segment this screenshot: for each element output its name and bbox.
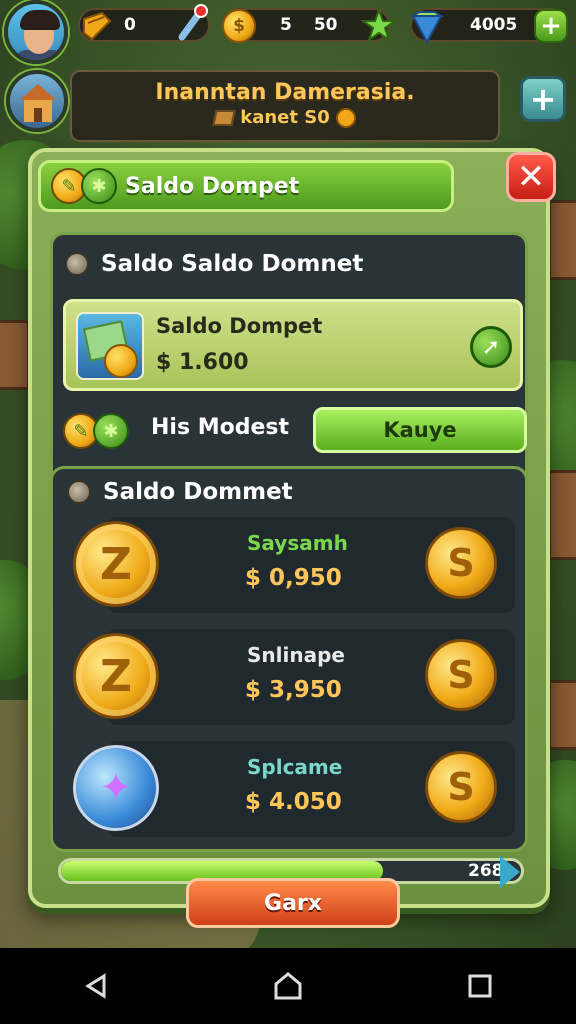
star-icon (360, 7, 398, 45)
list-title-text: Saldo Dommet (103, 479, 293, 505)
dollar-coin-icon[interactable]: S (425, 527, 497, 599)
list-item[interactable]: Z Saysamh $ 0,950 S (73, 517, 515, 613)
system-nav-bar (0, 948, 576, 1024)
section-title: Saldo Saldo Domnet (65, 251, 363, 277)
gold-coin-icon: Z (73, 521, 159, 607)
list-title: Saldo Dommet (67, 479, 293, 505)
dollar-coin-icon[interactable]: S (425, 751, 497, 823)
plus-icon: + (534, 9, 568, 43)
recents-icon (468, 974, 492, 998)
recents-button[interactable] (450, 956, 510, 1016)
coin-icon (336, 108, 357, 128)
item-price: $ 4.050 (245, 789, 342, 815)
blue-gem-icon (408, 7, 446, 45)
banner-subtitle-text: kanet S0 (240, 107, 330, 128)
wallet-dialog: ✎ ✱ Saldo Dompet ✕ Saldo Saldo Domnet Sa… (28, 148, 556, 928)
model-row: ✎ ✱ His Modest Kauye (63, 407, 527, 457)
player-avatar[interactable] (4, 0, 68, 64)
dialog-header: ✎ ✱ Saldo Dompet (38, 160, 454, 212)
building-avatar[interactable] (6, 70, 68, 132)
add-button[interactable]: + (520, 76, 566, 122)
item-name: Saysamh (247, 531, 348, 555)
blue-gem-icon: ✦ (73, 745, 159, 831)
model-label: His Modest (151, 415, 289, 440)
item-name: Snlinape (247, 643, 345, 667)
wallet-amount: $ 1.600 (156, 350, 249, 375)
dialog-title: Saldo Dompet (125, 173, 300, 199)
dollar-icon: $ (245, 789, 270, 815)
back-button[interactable] (66, 956, 126, 1016)
gold-coin-icon: Z (73, 633, 159, 719)
plus-icon: + (529, 80, 557, 118)
home-button[interactable] (258, 956, 318, 1016)
close-button[interactable]: ✕ (506, 152, 556, 202)
arrow-right-icon[interactable] (500, 856, 520, 888)
coin-value-a: 5 (280, 15, 292, 35)
wallet-card[interactable]: Saldo Dompet $ 1.600 ➚ (63, 299, 523, 391)
item-list: Saldo Dommet Z Saysamh $ 0,950 S Z Snlin… (50, 466, 528, 852)
banner-title: Inanntan Damerasia. (155, 80, 415, 105)
gem-value: 4005 (470, 15, 518, 35)
house (0, 320, 30, 390)
wallet-label: Saldo Dompet (156, 314, 323, 338)
slot1-value: 0 (124, 15, 136, 35)
resource-slot-1[interactable]: 0 (78, 4, 210, 45)
list-item[interactable]: Z Snlinape $ 3,950 S (73, 629, 515, 725)
banner-subtitle: kanet S0 (72, 107, 498, 128)
crate-icon (212, 110, 236, 126)
green-badge-icon: ✱ (81, 168, 117, 204)
add-gems-button[interactable]: + (532, 7, 570, 45)
house (548, 470, 576, 560)
arrow-icon: ➚ (481, 334, 501, 360)
wallet-money-icon (76, 312, 144, 380)
garx-button[interactable]: Garx (186, 878, 400, 928)
list-item[interactable]: ✦ Splcame $ 4.050 S (73, 741, 515, 837)
section-title-text: Saldo Saldo Domnet (101, 251, 364, 277)
crate-icon (78, 7, 116, 45)
gem-counter[interactable]: 4005 + (408, 7, 568, 45)
close-icon: ✕ (516, 157, 546, 197)
house (548, 680, 576, 750)
item-name: Splcame (247, 755, 343, 779)
coin-value-b: 50 (313, 15, 338, 35)
item-price: $ 3,950 (245, 677, 342, 703)
kauye-button[interactable]: Kauye (313, 407, 527, 453)
gold-coin-icon: $ (220, 7, 258, 45)
top-hud: 0 $ 5 50 4005 + (0, 0, 576, 64)
house-icon (20, 84, 56, 122)
back-icon (85, 973, 106, 999)
house (548, 200, 576, 280)
pin-icon (65, 252, 89, 276)
dollar-icon: $ (245, 565, 270, 591)
home-icon (274, 972, 302, 1000)
green-badge-icon: ✱ (93, 413, 129, 449)
dollar-coin-icon[interactable]: S (425, 639, 497, 711)
dollar-icon: $ (245, 677, 270, 703)
coin-counter[interactable]: $ 5 50 (220, 7, 397, 45)
wallet-action-button[interactable]: ➚ (470, 326, 512, 368)
progress-label: 268 (468, 861, 504, 881)
key-icon (172, 4, 210, 42)
location-banner: Inanntan Damerasia. kanet S0 (70, 70, 500, 142)
pin-icon (67, 480, 91, 504)
item-price: $ 0,950 (245, 565, 342, 591)
